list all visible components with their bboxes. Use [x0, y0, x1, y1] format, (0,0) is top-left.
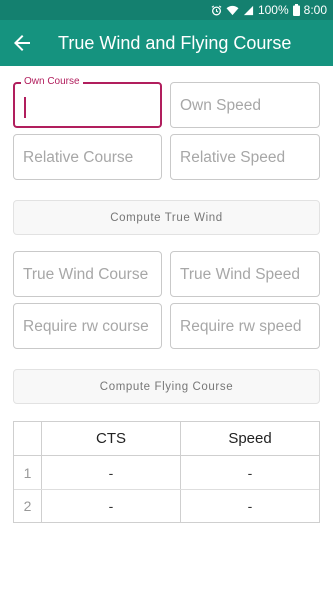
own-course-label: Own Course: [21, 76, 83, 87]
true-wind-course-placeholder: True Wind Course: [23, 266, 149, 283]
row-number: 1: [23, 464, 32, 481]
own-course-field[interactable]: Own Course: [13, 76, 162, 128]
page-title: True Wind and Flying Course: [58, 33, 292, 53]
relative-course-field[interactable]: Relative Course: [13, 134, 162, 180]
results-table: CTS Speed 1 - - 2 - -: [13, 421, 320, 523]
own-speed-placeholder: Own Speed: [180, 97, 261, 114]
clock: 8:00: [303, 3, 327, 17]
row-number: 2: [23, 498, 32, 514]
compute-true-wind-button[interactable]: Compute True Wind: [13, 200, 320, 235]
wifi-icon: [226, 5, 239, 15]
status-bar: 100% 8:00: [0, 0, 333, 20]
require-rw-speed-field[interactable]: Require rw speed: [170, 303, 320, 349]
relative-speed-field[interactable]: Relative Speed: [170, 134, 320, 180]
app-bar: True Wind and Flying Course: [0, 20, 333, 66]
table-cell-cts: -: [108, 464, 114, 481]
require-rw-course-placeholder: Require rw course: [23, 318, 149, 335]
text-cursor: [24, 97, 26, 118]
require-rw-course-field[interactable]: Require rw course: [13, 303, 162, 349]
true-wind-speed-placeholder: True Wind Speed: [180, 266, 301, 283]
status-icons: 100% 8:00: [211, 3, 327, 17]
require-rw-speed-placeholder: Require rw speed: [180, 318, 302, 335]
battery-percent: 100%: [257, 3, 289, 17]
relative-course-placeholder: Relative Course: [23, 149, 134, 166]
table-cell-speed: -: [247, 498, 253, 514]
true-wind-course-field[interactable]: True Wind Course: [13, 251, 162, 297]
own-speed-field[interactable]: Own Speed: [170, 82, 320, 128]
compute-flying-course-button[interactable]: Compute Flying Course: [13, 369, 320, 404]
column-header-speed: Speed: [228, 430, 272, 447]
back-arrow-icon[interactable]: [10, 31, 34, 55]
battery-icon: [292, 4, 300, 16]
table-cell-speed: -: [247, 464, 253, 481]
column-header-cts: CTS: [96, 430, 126, 447]
signal-icon: [243, 5, 254, 15]
relative-speed-placeholder: Relative Speed: [180, 149, 286, 166]
table-cell-cts: -: [108, 498, 114, 514]
true-wind-speed-field[interactable]: True Wind Speed: [170, 251, 320, 297]
alarm-icon: [211, 4, 222, 15]
